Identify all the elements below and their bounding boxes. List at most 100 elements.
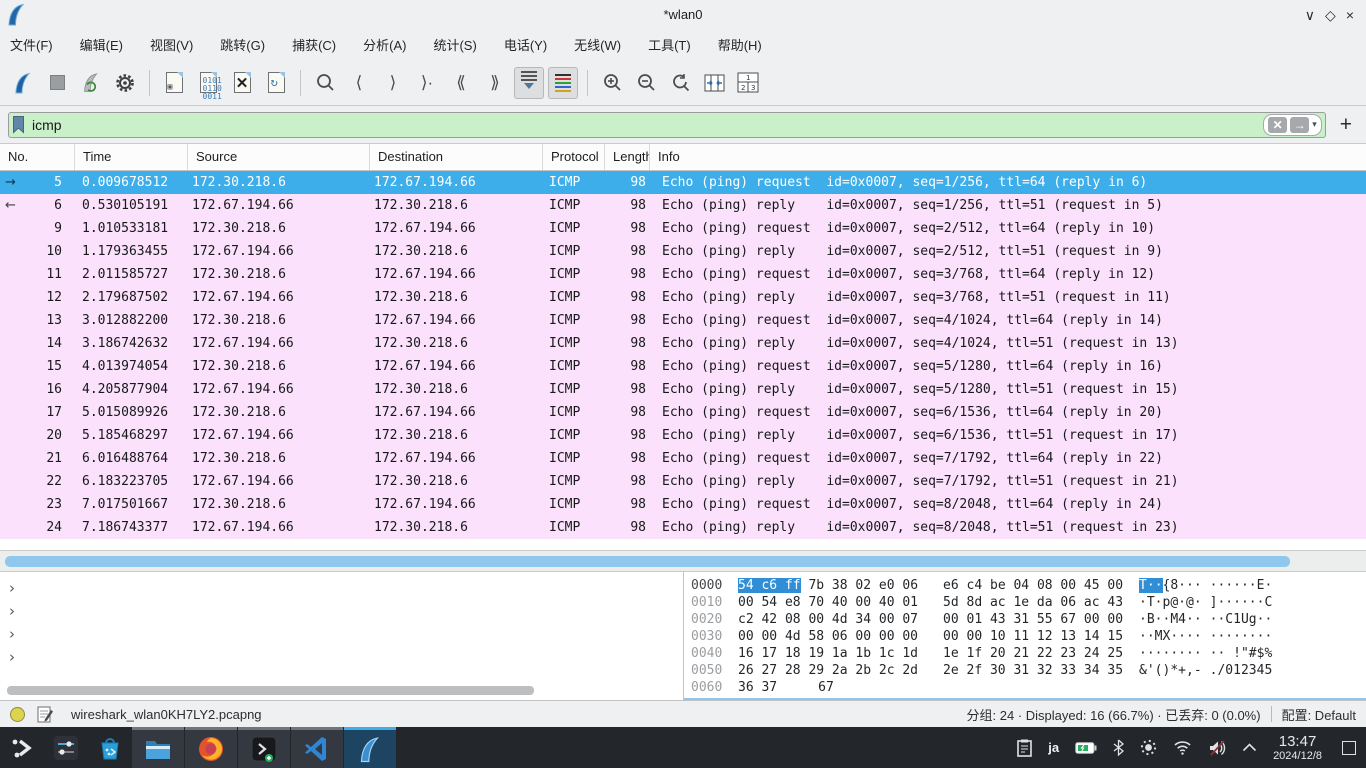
discover-icon[interactable] xyxy=(88,727,132,768)
terminal-icon[interactable] xyxy=(238,727,290,768)
close-button[interactable]: × xyxy=(1346,8,1354,22)
colorize-packets-button[interactable] xyxy=(548,67,578,99)
hex-row[interactable]: 0000 54 c6 ff 7b 38 02 e0 06 e6 c4 be 04… xyxy=(684,577,1366,594)
wireshark-taskbar-icon[interactable] xyxy=(344,727,396,768)
packet-row[interactable]: 9 1.010533181 172.30.218.6 172.67.194.66… xyxy=(0,217,1366,240)
column-time[interactable]: Time xyxy=(75,144,188,170)
packet-row[interactable]: ←6 0.530105191 172.67.194.66 172.30.218.… xyxy=(0,194,1366,217)
packet-row[interactable]: 16 4.205877904 172.67.194.66 172.30.218.… xyxy=(0,378,1366,401)
column-no[interactable]: No. xyxy=(0,144,75,170)
next-packet-button[interactable]: ⟩ xyxy=(378,67,408,99)
capture-options-button[interactable] xyxy=(110,67,140,99)
packet-row[interactable]: 15 4.013974054 172.30.218.6 172.67.194.6… xyxy=(0,355,1366,378)
capture-filename[interactable]: wireshark_wlan0KH7LY2.pcapng xyxy=(71,707,262,722)
packet-row[interactable]: 21 6.016488764 172.30.218.6 172.67.194.6… xyxy=(0,447,1366,470)
filter-bookmark-icon[interactable] xyxy=(12,115,25,134)
details-hscrollbar[interactable] xyxy=(7,686,534,695)
expand-chevron-icon[interactable]: › xyxy=(9,577,15,600)
menu-item[interactable]: 无线(W) xyxy=(574,35,621,54)
hex-row[interactable]: 0010 00 54 e8 70 40 00 40 01 5d 8d ac 1e… xyxy=(684,594,1366,611)
expert-info-icon[interactable] xyxy=(10,707,25,722)
bluetooth-icon[interactable] xyxy=(1113,739,1124,756)
hex-dump-pane[interactable]: 0000 54 c6 ff 7b 38 02 e0 06 e6 c4 be 04… xyxy=(683,572,1366,700)
last-packet-button[interactable]: ⟫ xyxy=(480,67,510,99)
zoom-reset-button[interactable] xyxy=(665,67,695,99)
battery-icon[interactable] xyxy=(1075,742,1097,754)
capture-comment-icon[interactable] xyxy=(37,706,53,723)
zoom-out-button[interactable] xyxy=(631,67,661,99)
column-source[interactable]: Source xyxy=(188,144,370,170)
close-file-button[interactable]: ✕ xyxy=(227,67,257,99)
menu-item[interactable]: 视图(V) xyxy=(150,35,193,54)
column-info[interactable]: Info xyxy=(650,144,1366,170)
find-packet-button[interactable] xyxy=(310,67,340,99)
packet-row[interactable]: 14 3.186742632 172.67.194.66 172.30.218.… xyxy=(0,332,1366,355)
packet-row[interactable]: 24 7.186743377 172.67.194.66 172.30.218.… xyxy=(0,516,1366,539)
menu-item[interactable]: 统计(S) xyxy=(433,35,476,54)
add-filter-button-plus[interactable]: + xyxy=(1334,113,1358,137)
packet-row[interactable]: 22 6.183223705 172.67.194.66 172.30.218.… xyxy=(0,470,1366,493)
firefox-icon[interactable] xyxy=(185,727,237,768)
menu-item[interactable]: 帮助(H) xyxy=(718,35,762,54)
stop-capture-button[interactable] xyxy=(42,67,72,99)
packet-row[interactable]: 10 1.179363455 172.67.194.66 172.30.218.… xyxy=(0,240,1366,263)
clear-filter-button[interactable]: ✕ xyxy=(1268,117,1287,133)
column-length[interactable]: Length xyxy=(605,144,650,170)
menu-item[interactable]: 工具(T) xyxy=(648,35,691,54)
menu-item[interactable]: 跳转(G) xyxy=(220,35,265,54)
reload-file-button[interactable]: ↻ xyxy=(261,67,291,99)
menu-item[interactable]: 分析(A) xyxy=(363,35,406,54)
minimize-button[interactable]: ∨ xyxy=(1305,8,1315,22)
packet-row[interactable]: 23 7.017501667 172.30.218.6 172.67.194.6… xyxy=(0,493,1366,516)
expand-chevron-icon[interactable]: › xyxy=(9,623,15,646)
packet-row[interactable]: 12 2.179687502 172.67.194.66 172.30.218.… xyxy=(0,286,1366,309)
wifi-icon[interactable] xyxy=(1173,740,1192,755)
resize-columns-button[interactable] xyxy=(699,67,729,99)
packet-row[interactable]: 20 5.185468297 172.67.194.66 172.30.218.… xyxy=(0,424,1366,447)
open-file-button[interactable]: ▣ xyxy=(159,67,189,99)
clock[interactable]: 13:47 2024/12/8 xyxy=(1273,733,1322,763)
packet-row[interactable]: 11 2.011585727 172.30.218.6 172.67.194.6… xyxy=(0,263,1366,286)
go-to-packet-button[interactable]: ⟩· xyxy=(412,67,442,99)
apply-filter-button[interactable]: → xyxy=(1290,117,1309,133)
menu-item[interactable]: 捕获(C) xyxy=(292,35,336,54)
packet-list-hscrollbar[interactable] xyxy=(0,551,1366,572)
zoom-in-button[interactable] xyxy=(597,67,627,99)
vscode-icon[interactable] xyxy=(291,727,343,768)
layout-123-button[interactable]: 123 xyxy=(733,67,763,99)
volume-muted-icon[interactable] xyxy=(1208,740,1226,756)
hex-row[interactable]: 0030 00 00 4d 58 06 00 00 00 00 00 10 11… xyxy=(684,628,1366,645)
menu-item[interactable]: 编辑(E) xyxy=(80,35,123,54)
filter-history-caret[interactable]: ▾ xyxy=(1312,119,1317,130)
save-file-button[interactable]: 010101100011 xyxy=(193,67,223,99)
input-method-indicator[interactable]: ja xyxy=(1048,740,1059,755)
clipboard-icon[interactable] xyxy=(1017,739,1032,757)
hex-row[interactable]: 0020 c2 42 08 00 4d 34 00 07 00 01 43 31… xyxy=(684,611,1366,628)
detail-row[interactable]: › Frame 5: 98 bytes on wire (784 bits), … xyxy=(0,577,683,600)
column-protocol[interactable]: Protocol xyxy=(543,144,605,170)
first-packet-button[interactable]: ⟪ xyxy=(446,67,476,99)
display-filter-input[interactable]: icmp ✕ → ▾ xyxy=(8,112,1326,138)
expand-chevron-icon[interactable]: › xyxy=(9,646,15,669)
show-desktop-button[interactable] xyxy=(1342,741,1356,755)
hex-row[interactable]: 0040 16 17 18 19 1a 1b 1c 1d 1e 1f 20 21… xyxy=(684,645,1366,662)
column-destination[interactable]: Destination xyxy=(370,144,543,170)
system-settings-icon[interactable] xyxy=(44,727,88,768)
expand-chevron-icon[interactable]: › xyxy=(9,600,15,623)
scrollbar-thumb[interactable] xyxy=(5,556,1290,567)
start-capture-button[interactable] xyxy=(8,67,38,99)
maximize-button[interactable]: ◇ xyxy=(1325,8,1336,22)
packet-row[interactable]: 13 3.012882200 172.30.218.6 172.67.194.6… xyxy=(0,309,1366,332)
detail-row[interactable]: › Internet Control Message Protocol xyxy=(0,646,683,669)
packet-row[interactable]: 17 5.015089926 172.30.218.6 172.67.194.6… xyxy=(0,401,1366,424)
hex-row[interactable]: 0060 36 37 67 xyxy=(684,679,1366,696)
auto-scroll-button[interactable] xyxy=(514,67,544,99)
file-manager-icon[interactable] xyxy=(132,727,184,768)
previous-packet-button[interactable]: ⟨ xyxy=(344,67,374,99)
profile-label[interactable]: 配置: Default xyxy=(1282,705,1356,724)
app-launcher-icon[interactable] xyxy=(0,727,44,768)
restart-capture-button[interactable] xyxy=(76,67,106,99)
tray-expander-icon[interactable] xyxy=(1242,743,1257,752)
detail-row[interactable]: › Internet Protocol Version 4, Src: 172.… xyxy=(0,623,683,646)
menu-item[interactable]: 文件(F) xyxy=(10,35,53,54)
